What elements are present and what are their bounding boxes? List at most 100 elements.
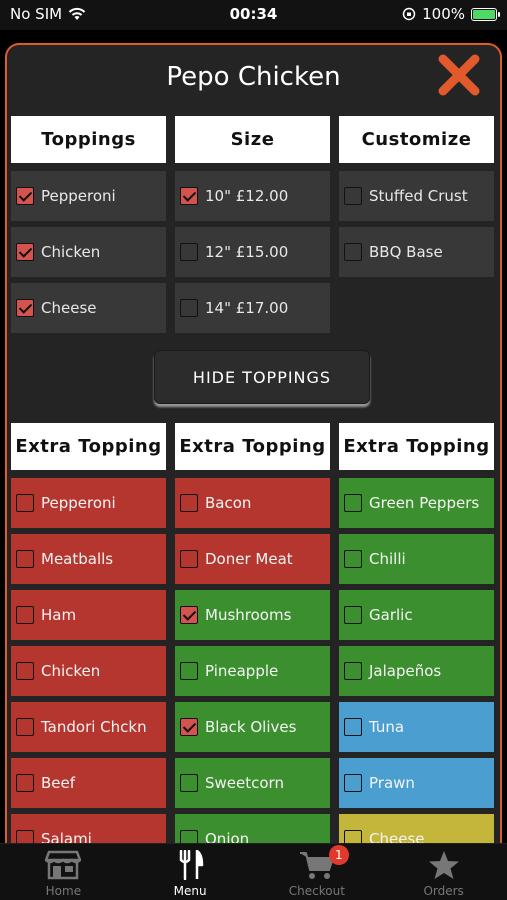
- customize-header: Customize: [339, 116, 494, 163]
- checkbox[interactable]: [344, 243, 362, 261]
- option-label: Black Olives: [205, 718, 297, 736]
- checkbox[interactable]: [344, 830, 362, 843]
- checkbox[interactable]: [180, 662, 198, 680]
- extra-topping-option[interactable]: Onion: [175, 814, 330, 843]
- modal-title: Pepo Chicken: [166, 62, 341, 92]
- orientation-lock-icon: [402, 7, 416, 21]
- hide-toppings-button[interactable]: HIDE TOPPINGS: [154, 350, 370, 404]
- checkbox[interactable]: [180, 299, 198, 317]
- option-label: Chilli: [369, 550, 406, 568]
- extra-topping-option[interactable]: Black Olives: [175, 702, 330, 752]
- checkbox[interactable]: [344, 718, 362, 736]
- option-label: 10" £12.00: [205, 187, 289, 205]
- extra-topping-header: Extra Topping: [11, 423, 166, 470]
- checkbox[interactable]: [16, 718, 34, 736]
- extra-topping-option[interactable]: Meatballs: [11, 534, 166, 584]
- extra-topping-option[interactable]: Bacon: [175, 478, 330, 528]
- extra-column-1: Pepperoni Meatballs Ham Chicken Tandori Chck…: [11, 478, 166, 843]
- extra-topping-option[interactable]: Ham: [11, 590, 166, 640]
- checkbox[interactable]: [180, 830, 198, 843]
- checkbox[interactable]: [344, 606, 362, 624]
- option-label: Pepperoni: [41, 494, 116, 512]
- extra-topping-option[interactable]: Garlic: [339, 590, 494, 640]
- tab-checkout[interactable]: 1 Checkout: [254, 844, 381, 900]
- size-option[interactable]: 14" £17.00: [175, 283, 330, 333]
- option-label: Chicken: [41, 662, 101, 680]
- checkbox[interactable]: [180, 774, 198, 792]
- size-column: 10" £12.00 12" £15.00 14" £17.00: [175, 171, 330, 333]
- tab-menu[interactable]: Menu: [127, 844, 254, 900]
- extra-topping-option[interactable]: Pineapple: [175, 646, 330, 696]
- checkbox[interactable]: [16, 662, 34, 680]
- topping-option[interactable]: Cheese: [11, 283, 166, 333]
- extra-topping-option[interactable]: Green Peppers: [339, 478, 494, 528]
- tab-orders[interactable]: Orders: [380, 844, 507, 900]
- extra-topping-option[interactable]: Cheese: [339, 814, 494, 843]
- topping-option[interactable]: Chicken: [11, 227, 166, 277]
- extra-topping-columns: Pepperoni Meatballs Ham Chicken Tandori Chck…: [11, 478, 497, 843]
- extra-topping-option[interactable]: Prawn: [339, 758, 494, 808]
- option-label: Chicken: [41, 243, 101, 261]
- checkbox[interactable]: [344, 774, 362, 792]
- option-label: Stuffed Crust: [369, 187, 468, 205]
- option-label: Salami: [41, 830, 92, 843]
- tab-label: Orders: [423, 884, 464, 898]
- checkbox[interactable]: [16, 774, 34, 792]
- extra-topping-option[interactable]: Chicken: [11, 646, 166, 696]
- extra-topping-option[interactable]: Beef: [11, 758, 166, 808]
- checkbox[interactable]: [344, 494, 362, 512]
- option-label: Onion: [205, 830, 250, 843]
- size-option[interactable]: 12" £15.00: [175, 227, 330, 277]
- customize-option[interactable]: BBQ Base: [339, 227, 494, 277]
- option-label: Jalapeños: [369, 662, 442, 680]
- checkbox[interactable]: [344, 550, 362, 568]
- tab-label: Checkout: [288, 884, 345, 898]
- checkbox[interactable]: [16, 187, 34, 205]
- extra-column-3: Green Peppers Chilli Garlic Jalapeños Tuna Pr…: [339, 478, 494, 843]
- topping-option[interactable]: Pepperoni: [11, 171, 166, 221]
- cutlery-icon: [179, 850, 204, 880]
- option-label: Sweetcorn: [205, 774, 284, 792]
- option-label: Doner Meat: [205, 550, 293, 568]
- checkbox[interactable]: [16, 243, 34, 261]
- tab-label: Home: [45, 884, 82, 898]
- checkbox[interactable]: [180, 187, 198, 205]
- option-label: Pineapple: [205, 662, 279, 680]
- extra-topping-option[interactable]: Sweetcorn: [175, 758, 330, 808]
- extra-topping-headers: Extra Topping Extra Topping Extra Toppin…: [11, 423, 497, 470]
- checkbox[interactable]: [16, 494, 34, 512]
- extra-topping-option[interactable]: Chilli: [339, 534, 494, 584]
- extra-topping-option[interactable]: Salami: [11, 814, 166, 843]
- checkbox[interactable]: [180, 606, 198, 624]
- tab-label: Menu: [173, 884, 207, 898]
- cart-count-badge: 1: [328, 845, 349, 865]
- status-right: 100%: [402, 5, 500, 23]
- size-option[interactable]: 10" £12.00: [175, 171, 330, 221]
- checkbox[interactable]: [16, 830, 34, 843]
- battery-percent: 100%: [422, 5, 465, 23]
- extra-topping-option[interactable]: Tandori Chckn: [11, 702, 166, 752]
- extra-topping-option[interactable]: Mushrooms: [175, 590, 330, 640]
- extra-topping-option[interactable]: Jalapeños: [339, 646, 494, 696]
- checkbox[interactable]: [16, 299, 34, 317]
- checkbox[interactable]: [16, 606, 34, 624]
- checkbox[interactable]: [180, 243, 198, 261]
- checkbox[interactable]: [344, 187, 362, 205]
- extra-topping-option[interactable]: Doner Meat: [175, 534, 330, 584]
- option-columns: Pepperoni Chicken Cheese 10" £12.00 12" …: [11, 171, 497, 333]
- customize-option[interactable]: Stuffed Crust: [339, 171, 494, 221]
- extra-topping-option[interactable]: Pepperoni: [11, 478, 166, 528]
- checkbox[interactable]: [180, 550, 198, 568]
- extra-topping-option[interactable]: Tuna: [339, 702, 494, 752]
- battery-icon: [471, 7, 500, 21]
- tab-home[interactable]: Home: [0, 844, 127, 900]
- size-header: Size: [175, 116, 330, 163]
- checkbox[interactable]: [180, 494, 198, 512]
- checkbox[interactable]: [344, 662, 362, 680]
- status-bar: No SIM 00:34 100%: [0, 0, 507, 30]
- option-label: Tandori Chckn: [41, 718, 147, 736]
- extra-topping-header: Extra Topping: [339, 423, 494, 470]
- checkbox[interactable]: [16, 550, 34, 568]
- checkbox[interactable]: [180, 718, 198, 736]
- close-icon[interactable]: [437, 53, 481, 97]
